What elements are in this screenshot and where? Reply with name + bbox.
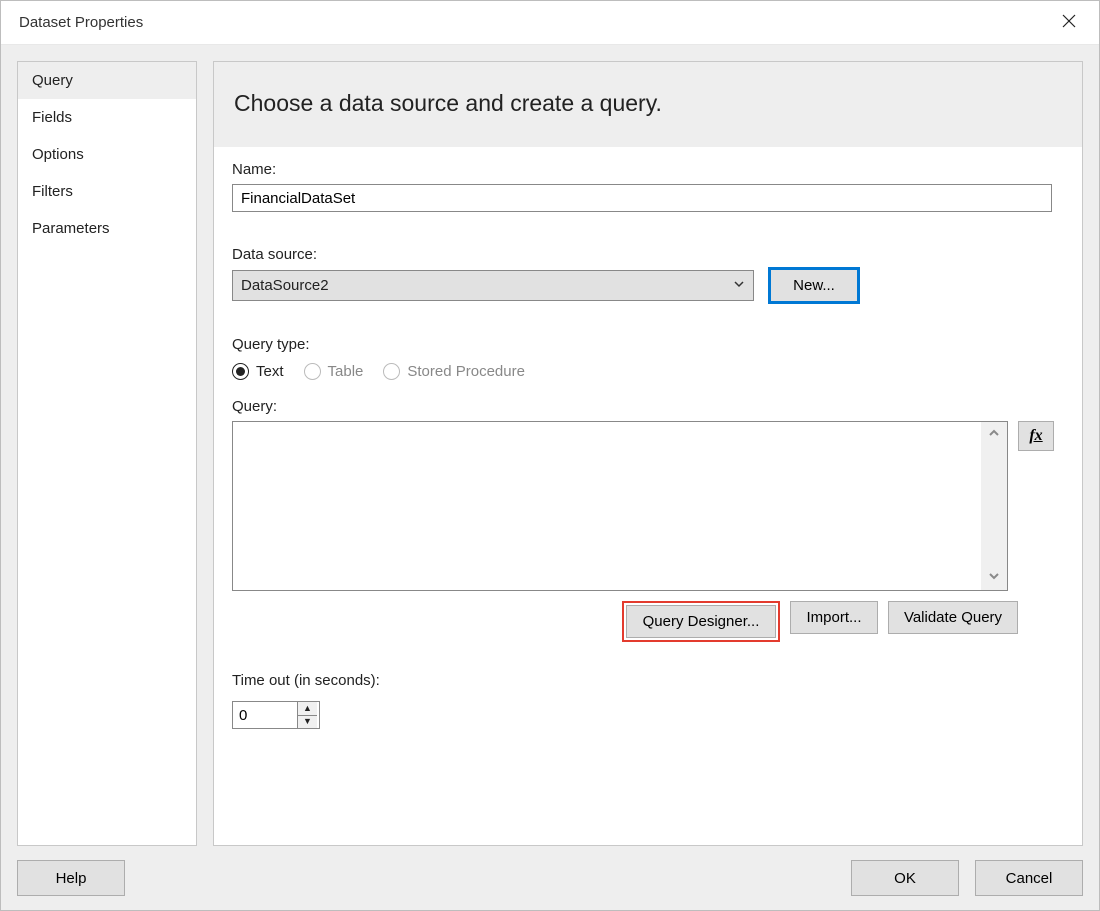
sidebar-item-label: Fields [32, 109, 72, 126]
query-actions: Query Designer... Import... Validate Que… [622, 601, 1064, 642]
sidebar-item-fields[interactable]: Fields [18, 99, 196, 136]
sidebar-item-filters[interactable]: Filters [18, 173, 196, 210]
spinner-down[interactable]: ▼ [298, 716, 317, 729]
querytype-radios: Text Table Stored Procedure [232, 363, 1064, 380]
scrollbar[interactable] [981, 422, 1007, 590]
querytype-label: Query type: [232, 336, 1064, 353]
timeout-label: Time out (in seconds): [232, 672, 1064, 689]
radio-text[interactable]: Text [232, 363, 284, 380]
button-label: OK [894, 870, 916, 887]
query-textarea-wrap [232, 421, 1008, 591]
button-label: Validate Query [904, 609, 1002, 626]
chevron-up-icon [988, 426, 1000, 443]
spinner-buttons: ▲ ▼ [297, 702, 317, 728]
datasource-label: Data source: [232, 246, 1064, 263]
query-label: Query: [232, 398, 1064, 415]
datasource-value: DataSource2 [241, 277, 329, 294]
new-datasource-button[interactable]: New... [770, 269, 858, 302]
button-label: New... [793, 277, 835, 294]
dialog-footer: Help OK Cancel [17, 846, 1083, 910]
chevron-down-icon [733, 277, 745, 294]
dialog-window: Dataset Properties Query Fields Options … [0, 0, 1100, 911]
sidebar-item-query[interactable]: Query [18, 62, 196, 99]
button-label: Cancel [1006, 870, 1053, 887]
datasource-select[interactable]: DataSource2 [232, 270, 754, 301]
sidebar: Query Fields Options Filters Parameters [17, 61, 197, 846]
sidebar-item-label: Parameters [32, 220, 110, 237]
chevron-down-icon [988, 569, 1000, 586]
button-label: Query Designer... [643, 613, 760, 630]
name-label: Name: [232, 161, 1064, 178]
radio-label: Stored Procedure [407, 363, 525, 380]
radio-dot-icon [383, 363, 400, 380]
highlight-annotation: Query Designer... [622, 601, 780, 642]
timeout-spinner[interactable]: ▲ ▼ [232, 701, 320, 729]
client-area: Query Fields Options Filters Parameters … [1, 45, 1099, 910]
query-textarea[interactable] [233, 422, 981, 590]
panel-header: Choose a data source and create a query. [214, 62, 1082, 147]
import-button[interactable]: Import... [790, 601, 878, 634]
sidebar-item-label: Options [32, 146, 84, 163]
sidebar-item-parameters[interactable]: Parameters [18, 210, 196, 247]
radio-label: Text [256, 363, 284, 380]
ok-button[interactable]: OK [851, 860, 959, 896]
panes: Query Fields Options Filters Parameters … [17, 61, 1083, 846]
radio-dot-icon [304, 363, 321, 380]
query-designer-button[interactable]: Query Designer... [626, 605, 776, 638]
button-label: Import... [806, 609, 861, 626]
button-label: Help [56, 870, 87, 887]
close-icon [1062, 14, 1076, 31]
timeout-input[interactable] [233, 702, 297, 728]
window-title: Dataset Properties [19, 14, 143, 31]
main-panel: Choose a data source and create a query.… [213, 61, 1083, 846]
radio-label: Table [328, 363, 364, 380]
form-area: Name: Data source: DataSource2 New... [214, 147, 1082, 845]
expression-button[interactable]: fx [1018, 421, 1054, 451]
validate-query-button[interactable]: Validate Query [888, 601, 1018, 634]
sidebar-item-label: Query [32, 72, 73, 89]
name-input[interactable] [232, 184, 1052, 212]
radio-dot-icon [232, 363, 249, 380]
cancel-button[interactable]: Cancel [975, 860, 1083, 896]
fx-icon: fx [1029, 427, 1042, 445]
help-button[interactable]: Help [17, 860, 125, 896]
sidebar-item-label: Filters [32, 183, 73, 200]
radio-stored-procedure: Stored Procedure [383, 363, 525, 380]
sidebar-item-options[interactable]: Options [18, 136, 196, 173]
close-button[interactable] [1053, 7, 1085, 39]
spinner-up[interactable]: ▲ [298, 702, 317, 716]
radio-table: Table [304, 363, 364, 380]
titlebar: Dataset Properties [1, 1, 1099, 45]
